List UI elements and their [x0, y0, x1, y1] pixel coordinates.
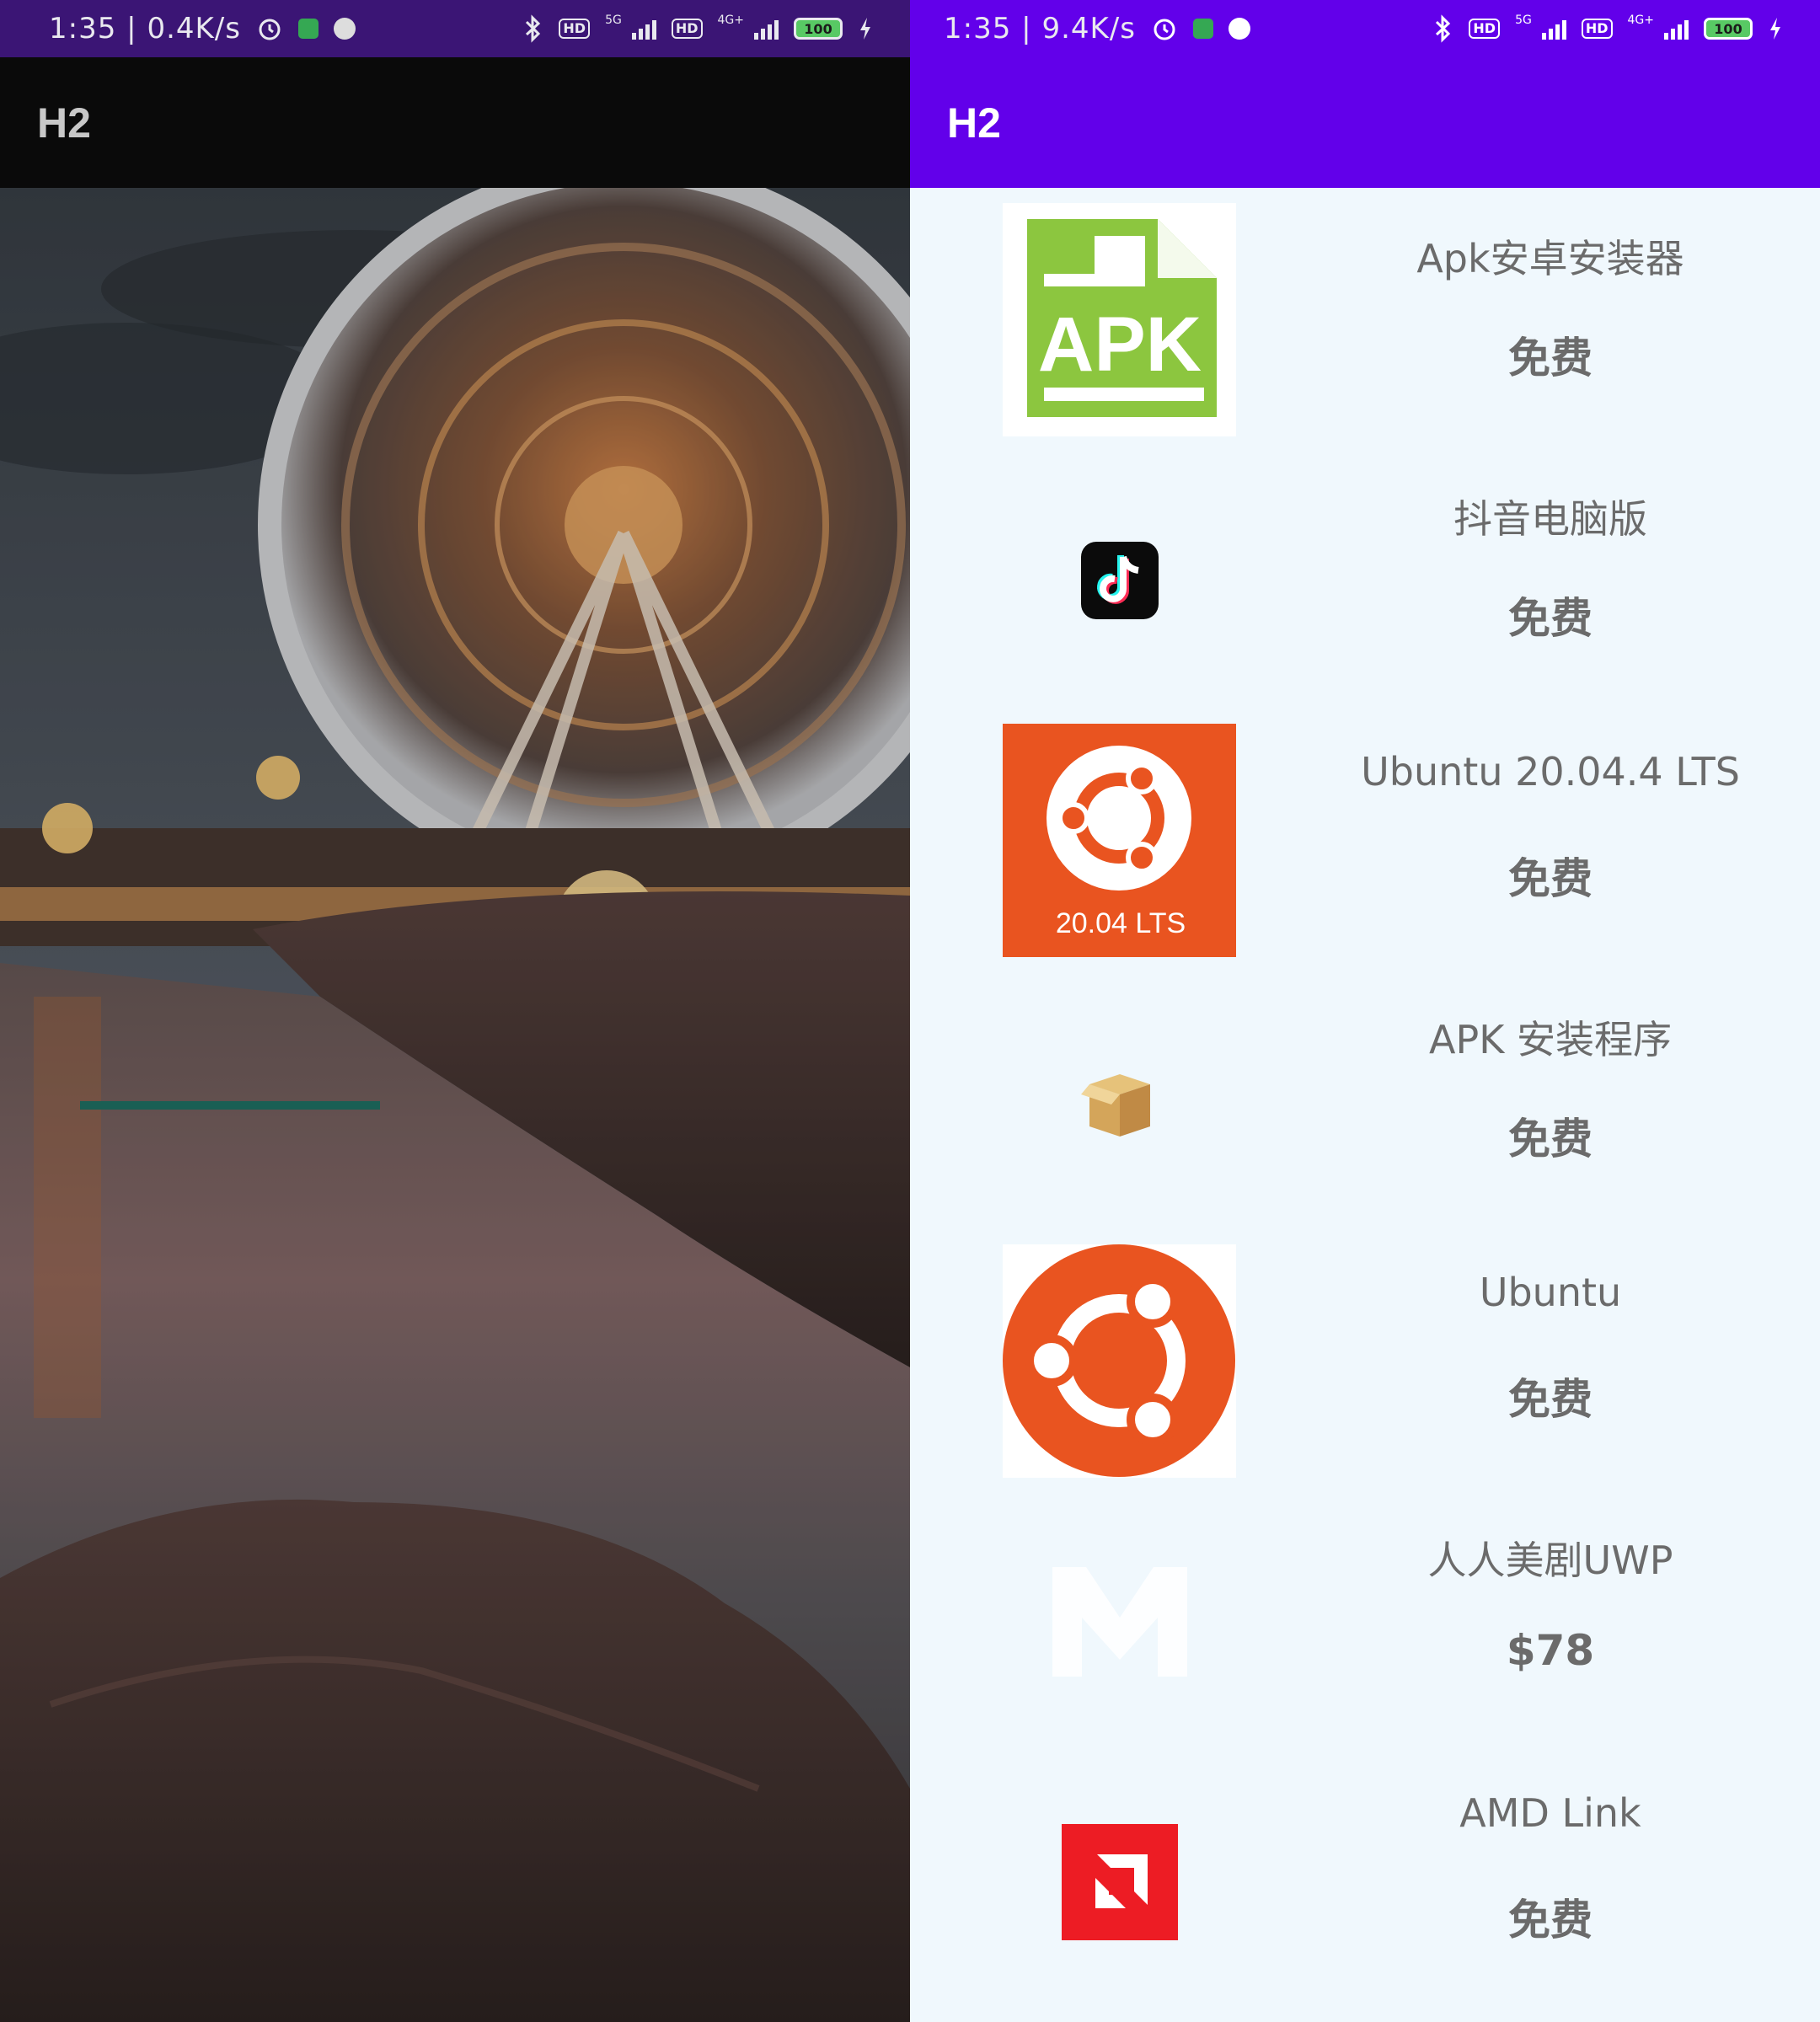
charging-icon [858, 16, 873, 41]
list-item[interactable]: 抖音电脑版 免费 [910, 448, 1820, 709]
app-bar: H2 [910, 57, 1820, 188]
list-item[interactable]: APK Apk安卓安装器 免费 [910, 188, 1820, 448]
apk-icon: APK [1003, 203, 1236, 436]
app-price: 免费 [1508, 1115, 1592, 1163]
app-name: 抖音电脑版 [1453, 496, 1647, 542]
app-title: H2 [37, 99, 91, 147]
app-name: Ubuntu [1479, 1270, 1622, 1315]
hd-badge: HD [1469, 19, 1501, 39]
signal-icon-2 [1664, 18, 1689, 40]
app-price: $78 [1506, 1626, 1595, 1675]
signal-icon-2 [754, 18, 779, 40]
status-time: 1:35 | 9.4K/s [944, 12, 1136, 45]
app-name: 人人美剧UWP [1427, 1538, 1673, 1583]
list-item[interactable]: APK 安装程序 免费 [910, 969, 1820, 1229]
tiktok-icon [1003, 463, 1236, 697]
app-price: 免费 [1508, 334, 1592, 382]
app-price: 免费 [1508, 854, 1592, 903]
charging-icon [1768, 16, 1783, 41]
dual-screenshot: 1:35 | 0.4K/s HD 5G HD 4G+ 100 H2 1:35 |… [0, 0, 1820, 2022]
app-price: 免费 [1508, 594, 1592, 643]
alarm-icon [256, 15, 283, 42]
network-label-2: 4G+ [1627, 13, 1655, 27]
m-logo-icon [1003, 1505, 1236, 1738]
signal-icon [631, 18, 656, 40]
battery-icon: 100 [794, 18, 843, 40]
loading-progress-bar [80, 1101, 381, 1110]
hd-badge-2: HD [671, 19, 703, 39]
list-item[interactable]: 20.04 LTS Ubuntu 20.04.4 LTS 免费 [910, 709, 1820, 969]
bluetooth-icon [523, 14, 543, 43]
amd-icon [1003, 1765, 1236, 1998]
hd-badge-2: HD [1581, 19, 1613, 39]
network-label-2: 4G+ [717, 13, 745, 27]
list-item[interactable]: 人人美剧UWP $78 [910, 1490, 1820, 1750]
app-name: AMD Link [1459, 1790, 1641, 1836]
bluetooth-icon [1433, 14, 1453, 43]
alarm-icon [1151, 15, 1178, 42]
app-name: Apk安卓安装器 [1416, 236, 1684, 281]
app-price: 免费 [1508, 1375, 1592, 1424]
app-name: APK 安装程序 [1429, 1017, 1672, 1062]
network-label-1: 5G [605, 13, 622, 27]
notification-circle-icon [333, 18, 356, 40]
notification-app-icon [297, 19, 318, 39]
splash-screen: 1:35 | 0.4K/s HD 5G HD 4G+ 100 H2 [0, 0, 910, 2022]
signal-icon [1541, 18, 1566, 40]
list-item[interactable]: Ubuntu 免费 [910, 1229, 1820, 1490]
apk-icon-text: APK [1037, 302, 1201, 388]
app-title: H2 [947, 99, 1001, 147]
notification-app-icon [1192, 19, 1213, 39]
ubuntu-lts-icon-text: 20.04 LTS [1056, 907, 1186, 939]
package-box-icon [1003, 984, 1236, 1217]
app-list-screen: 1:35 | 9.4K/s HD 5G HD 4G+ 100 H2 APK Ap… [910, 0, 1820, 2022]
status-bar: 1:35 | 9.4K/s HD 5G HD 4G+ 100 [910, 0, 1820, 57]
battery-icon: 100 [1704, 18, 1753, 40]
notification-circle-icon [1228, 18, 1250, 40]
list-item[interactable]: AMD Link 免费 [910, 1750, 1820, 2010]
app-bar: H2 [0, 57, 910, 188]
hd-badge: HD [559, 19, 591, 39]
app-name: Ubuntu 20.04.4 LTS [1361, 749, 1740, 794]
app-price: 免费 [1508, 1896, 1592, 1944]
ubuntu-icon [1003, 1244, 1236, 1478]
ubuntu-lts-icon: 20.04 LTS [1003, 724, 1236, 957]
network-label-1: 5G [1515, 13, 1532, 27]
status-bar: 1:35 | 0.4K/s HD 5G HD 4G+ 100 [0, 0, 910, 57]
status-time: 1:35 | 0.4K/s [49, 12, 241, 45]
